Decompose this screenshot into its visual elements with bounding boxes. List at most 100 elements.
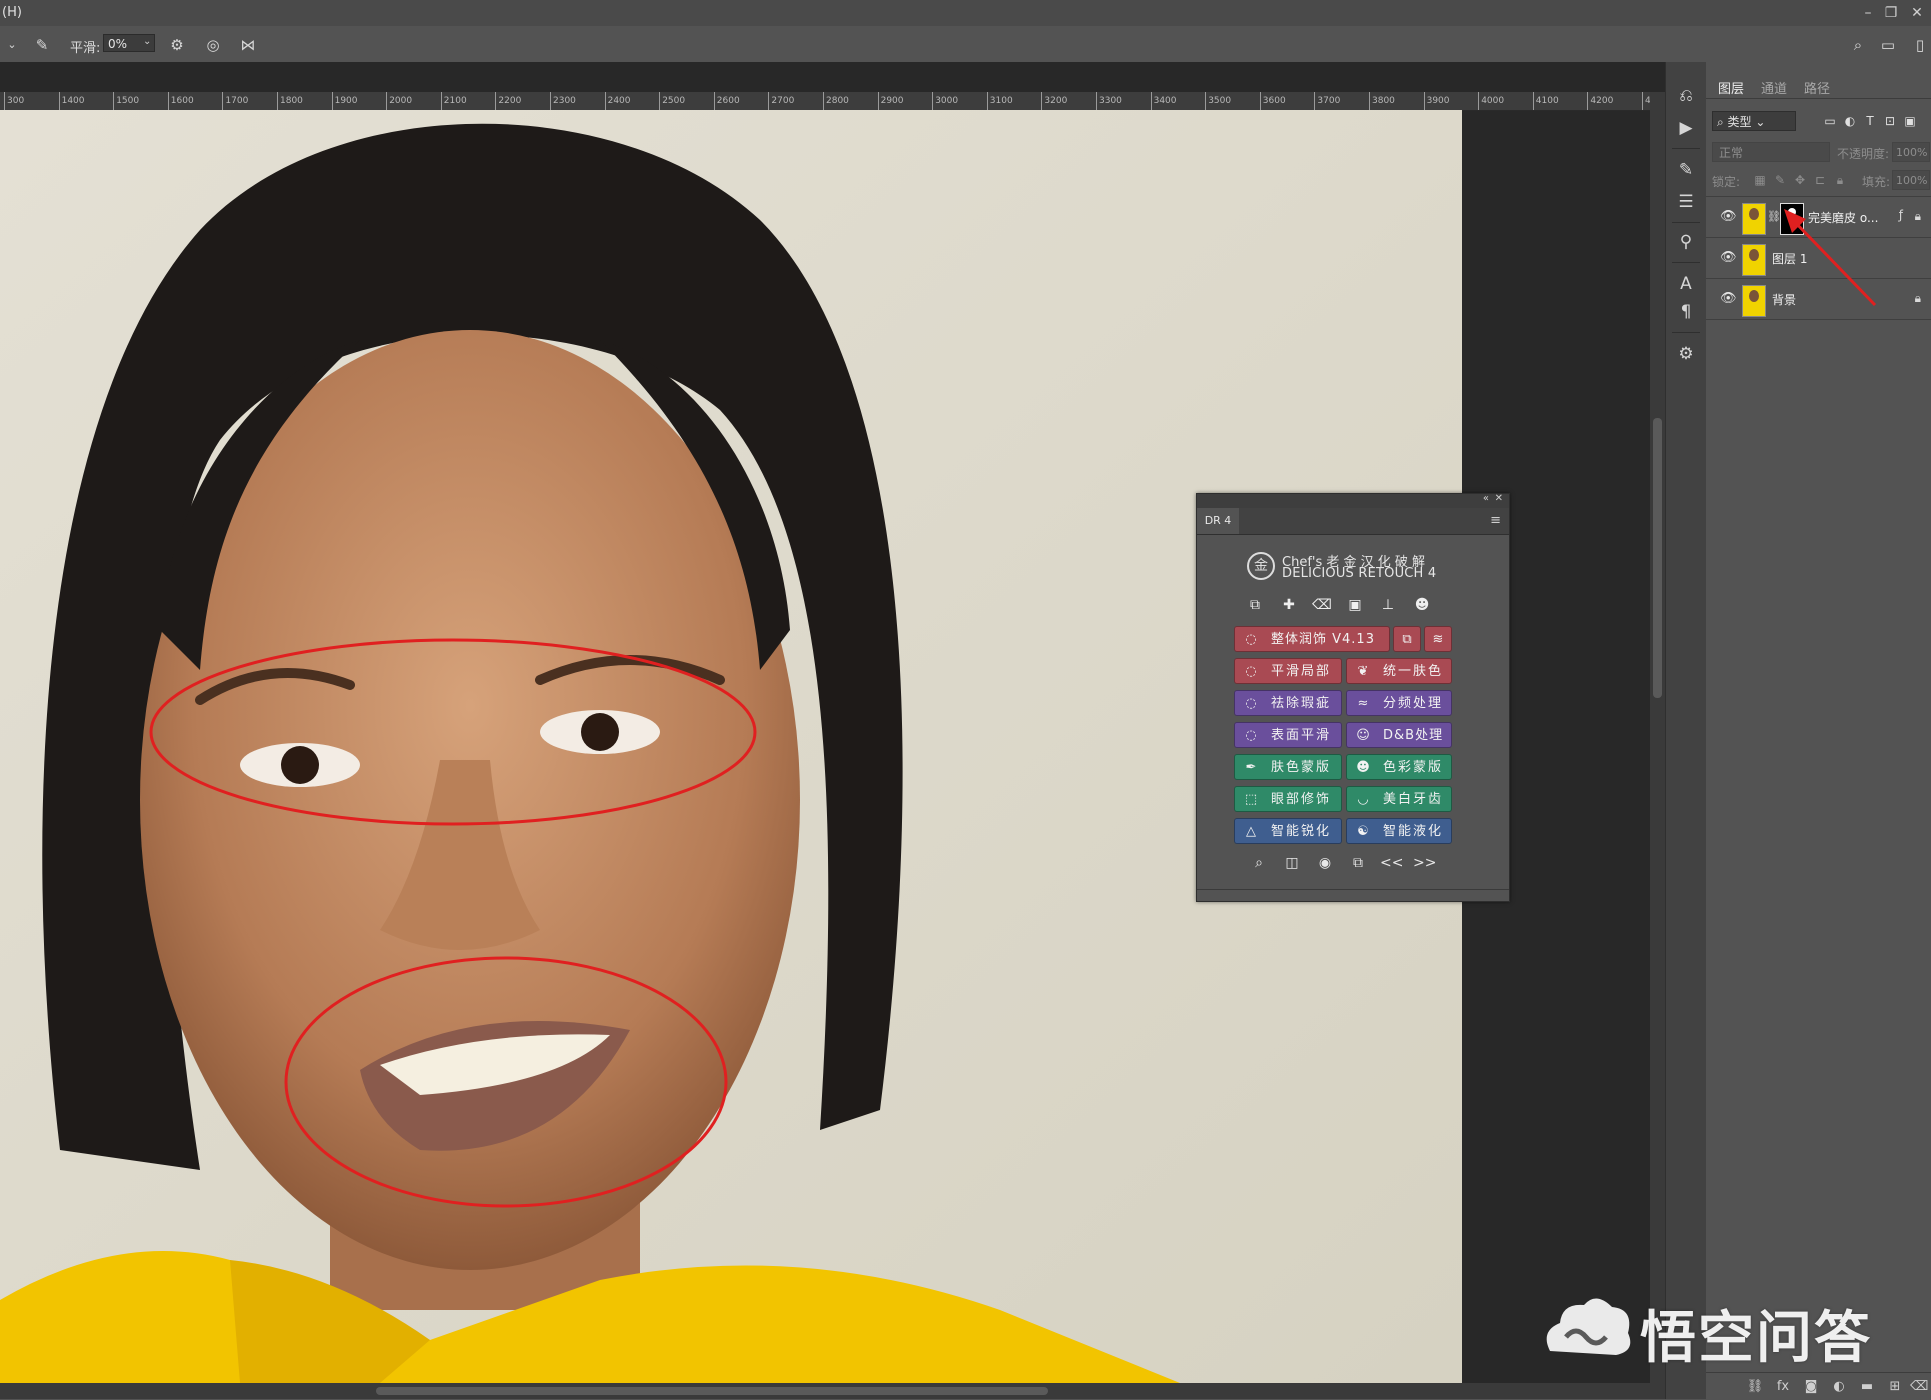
- tab-channels[interactable]: 通道: [1761, 78, 1787, 97]
- smooth-local-button[interactable]: ◌ 平滑局部: [1234, 658, 1342, 684]
- prev-button[interactable]: <<: [1380, 852, 1403, 874]
- triangle-icon: △: [1246, 824, 1256, 839]
- clone-source-icon[interactable]: ⚲: [1674, 230, 1698, 254]
- dr4-titlebar[interactable]: « ✕: [1197, 493, 1509, 508]
- adjustment-icon[interactable]: ◐: [1830, 1378, 1848, 1396]
- close-button[interactable]: ✕: [1906, 3, 1928, 23]
- preview-icon[interactable]: ◉: [1314, 852, 1336, 874]
- mask-face-icon: ☻: [1356, 760, 1370, 775]
- panel-menu-icon[interactable]: ≡: [1490, 513, 1501, 528]
- lasso-icon: ◌: [1245, 664, 1257, 679]
- play-action-icon[interactable]: ▶: [1674, 116, 1698, 140]
- smooth-dropdown-icon[interactable]: ⌄: [143, 36, 151, 47]
- layers-button[interactable]: ⧉: [1393, 626, 1421, 652]
- brush-mode-icon[interactable]: ✎: [32, 35, 52, 55]
- bandage-icon[interactable]: ✚: [1278, 594, 1300, 616]
- horizontal-scrollbar[interactable]: [0, 1383, 1665, 1399]
- filter-adjustment-icon[interactable]: ◐: [1842, 113, 1858, 129]
- person-icon[interactable]: ☻: [1411, 594, 1433, 616]
- ruler-tick-label: 3700: [1314, 92, 1340, 110]
- overall-retouch-button[interactable]: ◌ 整体润饰 V4.13: [1234, 626, 1390, 652]
- ruler-tick-label: 1800: [277, 92, 303, 110]
- close-icon[interactable]: ✕: [1495, 493, 1503, 504]
- remove-blemish-button[interactable]: ◌ 祛除瑕疵: [1234, 690, 1342, 716]
- help-menu[interactable]: (H): [2, 5, 22, 20]
- vertical-scroll-thumb[interactable]: [1653, 418, 1662, 698]
- frequency-separation-button[interactable]: ≈ 分频处理: [1346, 690, 1452, 716]
- tab-dr4[interactable]: DR 4: [1197, 508, 1239, 534]
- mask-icon[interactable]: ◙: [1802, 1378, 1820, 1396]
- share-icon[interactable]: ▯: [1910, 35, 1930, 55]
- tab-paths[interactable]: 路径: [1804, 78, 1830, 97]
- filter-smart-icon[interactable]: ▣: [1902, 113, 1918, 129]
- smart-liquify-button[interactable]: ☯ 智能液化: [1346, 818, 1452, 844]
- settings-button[interactable]: ≋: [1424, 626, 1452, 652]
- eye-icon[interactable]: 👁︎: [1720, 291, 1737, 307]
- color-mask-button[interactable]: ☻ 色彩蒙版: [1346, 754, 1452, 780]
- eye-retouch-button[interactable]: ⬚ 眼部修饰: [1234, 786, 1342, 812]
- lock-position-icon[interactable]: ✥: [1792, 172, 1808, 188]
- lock-label: 锁定:: [1712, 175, 1741, 189]
- fx-icon[interactable]: fx: [1774, 1378, 1792, 1396]
- whiten-teeth-button[interactable]: ◡ 美白牙齿: [1346, 786, 1452, 812]
- layer-thumbnail: [1742, 244, 1766, 276]
- tool-preset-dropdown-icon[interactable]: ⌄: [2, 35, 22, 55]
- ruler-tick-label: 4000: [1478, 92, 1504, 110]
- lock-artboard-icon[interactable]: ⊏: [1812, 172, 1828, 188]
- surface-smooth-button[interactable]: ◌ 表面平滑: [1234, 722, 1342, 748]
- adjustments-icon[interactable]: ☰: [1674, 190, 1698, 214]
- smart-sharpen-button[interactable]: △ 智能锐化: [1234, 818, 1342, 844]
- horizontal-scroll-thumb[interactable]: [376, 1387, 1048, 1395]
- next-button[interactable]: >>: [1413, 852, 1436, 874]
- ruler-tick-label: 2900: [877, 92, 904, 110]
- opacity-input[interactable]: 100%: [1892, 142, 1930, 162]
- ruler-tick-label: 2100: [440, 92, 467, 110]
- paragraph-icon[interactable]: ¶: [1674, 300, 1698, 324]
- unify-skin-button[interactable]: ❦ 统一肤色: [1346, 658, 1452, 684]
- link-icon[interactable]: ⛓: [1746, 1378, 1764, 1396]
- new-layer-icon[interactable]: ⊞: [1886, 1378, 1904, 1396]
- filter-pixel-icon[interactable]: ▭: [1822, 113, 1838, 129]
- horizontal-ruler: 300 1400 1500 1600 1700 1800 1900 2000 2100 2200 2…: [0, 92, 1650, 111]
- filter-shape-icon[interactable]: ⊡: [1882, 113, 1898, 129]
- eraser-icon[interactable]: ⌫: [1311, 594, 1333, 616]
- character-icon[interactable]: A: [1674, 272, 1698, 296]
- workspace-icon[interactable]: ▭: [1878, 35, 1898, 55]
- brush-settings-icon[interactable]: ✎: [1674, 158, 1698, 182]
- stamp-icon[interactable]: ⊥: [1377, 594, 1399, 616]
- duplicate-icon[interactable]: ⧉: [1347, 852, 1369, 874]
- filter-type-icon[interactable]: T: [1862, 113, 1878, 129]
- ruler-tick-label: 3300: [1096, 92, 1122, 110]
- symmetry-icon[interactable]: ⋈: [238, 35, 258, 55]
- zoom-icon[interactable]: ⌕: [1248, 852, 1270, 874]
- fill-input[interactable]: 100%: [1892, 170, 1930, 190]
- folder-icon[interactable]: ▬: [1858, 1378, 1876, 1396]
- plugin-icon[interactable]: ⚙: [1674, 342, 1698, 366]
- fx-icon[interactable]: ƒ: [1899, 208, 1903, 222]
- eye-icon[interactable]: 👁︎: [1720, 209, 1737, 225]
- restore-button[interactable]: ❐: [1880, 3, 1902, 23]
- minimize-button[interactable]: –: [1857, 3, 1879, 23]
- eyedropper-icon: ✒: [1245, 760, 1257, 775]
- pressure-icon[interactable]: ◎: [203, 35, 223, 55]
- eye-icon[interactable]: 👁︎: [1720, 250, 1737, 266]
- collapse-icon[interactable]: «: [1483, 493, 1489, 504]
- history-icon[interactable]: ⎌: [1674, 84, 1698, 108]
- layers-panel-footer: ⛓ fx ◙ ◐ ▬ ⊞ ⌫: [1706, 1372, 1931, 1400]
- search-icon[interactable]: ⌕: [1848, 35, 1868, 55]
- tab-layers[interactable]: 图层: [1718, 78, 1744, 97]
- skin-mask-button[interactable]: ✒ 肤色蒙版: [1234, 754, 1342, 780]
- chip-icon[interactable]: ▣: [1344, 594, 1366, 616]
- dodge-burn-button[interactable]: ☺ D&B处理: [1346, 722, 1452, 748]
- filter-kind-select[interactable]: ⌕ 类型 ⌄: [1712, 111, 1796, 131]
- trash-icon[interactable]: ⌫: [1910, 1378, 1928, 1396]
- blend-mode-select[interactable]: 正常: [1712, 142, 1830, 162]
- stamp-visible-icon[interactable]: ⧉: [1244, 594, 1266, 616]
- lock-image-icon[interactable]: ✎: [1772, 172, 1788, 188]
- compare-icon[interactable]: ◫: [1281, 852, 1303, 874]
- vertical-scrollbar[interactable]: [1650, 92, 1665, 1383]
- lock-all-icon[interactable]: 🔒︎: [1832, 172, 1848, 188]
- gear-icon[interactable]: ⚙: [167, 35, 187, 55]
- lock-transparent-icon[interactable]: ▦: [1752, 172, 1768, 188]
- layer-thumbnail: [1742, 285, 1766, 317]
